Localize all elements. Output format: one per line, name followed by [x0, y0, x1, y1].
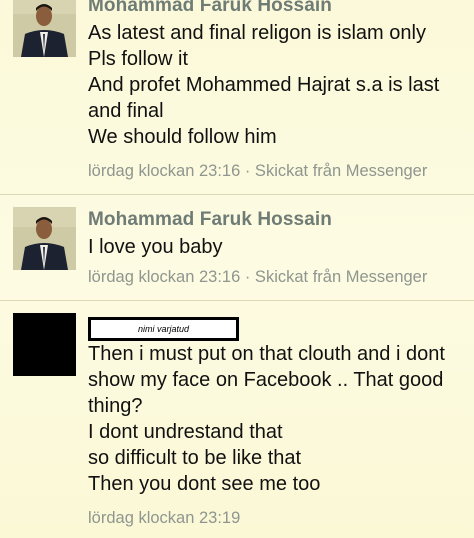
- message-body: I love you baby: [88, 234, 468, 260]
- message-line: We should follow him: [88, 126, 277, 148]
- message-line: show my face on Facebook .. That good: [88, 369, 444, 391]
- message-line: and final: [88, 100, 164, 122]
- message-meta: lördag klockan 23:19: [88, 509, 241, 527]
- message-line: And profet Mohammed Hajrat s.a is last: [88, 74, 440, 96]
- sender-name[interactable]: Mohammad Faruk Hossain: [88, 0, 332, 17]
- message-thread: Mohammad Faruk Hossain As latest and fin…: [0, 0, 474, 538]
- avatar[interactable]: [13, 0, 76, 57]
- avatar-redacted[interactable]: [13, 313, 76, 376]
- message-line: Then you dont see me too: [88, 473, 321, 495]
- message-body: Then i must put on that clouth and i don…: [88, 341, 468, 497]
- divider: [0, 300, 474, 301]
- message-body: As latest and final religon is islam onl…: [88, 20, 468, 150]
- message-line: Then i must put on that clouth and i don…: [88, 343, 445, 365]
- message-line: so difficult to be like that: [88, 447, 302, 469]
- message-line: Pls follow it: [88, 48, 189, 70]
- person-photo-icon: [13, 207, 76, 270]
- message-meta: lördag klockan 23:16 · Skickat från Mess…: [88, 268, 428, 286]
- sender-name[interactable]: Mohammad Faruk Hossain: [88, 209, 332, 231]
- person-photo-icon: [13, 0, 76, 57]
- message-line: I dont undrestand that: [88, 421, 283, 443]
- divider: [0, 194, 474, 195]
- avatar[interactable]: [13, 207, 76, 270]
- message-line: As latest and final religon is islam onl…: [88, 22, 426, 44]
- redacted-sender-label: nimi varjatud: [88, 317, 239, 341]
- message-meta: lördag klockan 23:16 · Skickat från Mess…: [88, 162, 428, 180]
- message-line: thing?: [88, 395, 143, 417]
- message-line: I love you baby: [88, 236, 223, 258]
